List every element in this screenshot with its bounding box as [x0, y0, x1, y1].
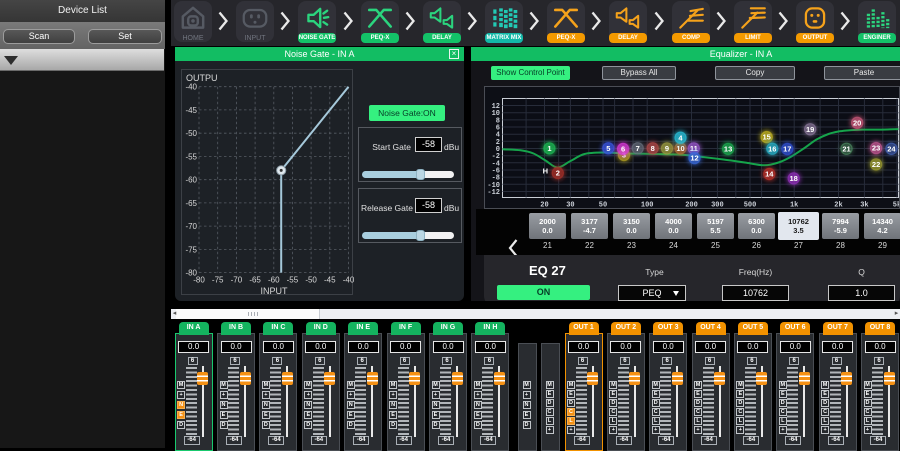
svg-text:17: 17 — [783, 145, 791, 154]
svg-text:50: 50 — [599, 202, 607, 209]
svg-text:-12: -12 — [487, 189, 500, 197]
svg-text:-80: -80 — [193, 276, 205, 285]
svg-text:5k: 5k — [893, 202, 899, 209]
svg-text:INPUT: INPUT — [261, 286, 289, 296]
svg-text:9: 9 — [665, 144, 669, 153]
svg-text:13: 13 — [724, 145, 732, 154]
svg-text:-55: -55 — [287, 276, 299, 285]
svg-text:24: 24 — [887, 144, 896, 153]
svg-text:1: 1 — [547, 144, 551, 153]
svg-text:100: 100 — [641, 202, 654, 209]
svg-text:-65: -65 — [249, 276, 261, 285]
svg-text:16: 16 — [768, 144, 776, 153]
svg-text:-50: -50 — [305, 276, 317, 285]
svg-text:300: 300 — [711, 202, 724, 209]
svg-text:15: 15 — [763, 133, 771, 142]
svg-text:-40: -40 — [343, 276, 354, 285]
svg-text:19: 19 — [806, 125, 814, 134]
svg-text:2k: 2k — [834, 202, 842, 209]
svg-text:30: 30 — [566, 202, 574, 209]
svg-text:500: 500 — [744, 202, 757, 209]
svg-text:2: 2 — [556, 169, 560, 178]
svg-text:5: 5 — [606, 144, 610, 153]
svg-text:-45: -45 — [324, 276, 336, 285]
svg-text:10: 10 — [676, 144, 684, 153]
svg-text:-75: -75 — [212, 276, 224, 285]
svg-text:20: 20 — [540, 202, 548, 209]
svg-text:14: 14 — [765, 170, 774, 179]
svg-text:-50: -50 — [185, 129, 197, 138]
svg-text:23: 23 — [872, 144, 880, 153]
svg-text:21: 21 — [842, 144, 850, 153]
svg-text:7: 7 — [636, 144, 640, 153]
svg-text:-65: -65 — [185, 199, 197, 208]
svg-text:-40: -40 — [185, 83, 197, 92]
svg-text:OUTPU: OUTPU — [186, 73, 218, 83]
svg-text:-60: -60 — [185, 176, 197, 185]
svg-text:-75: -75 — [185, 245, 197, 254]
svg-text:8: 8 — [651, 144, 655, 153]
svg-text:-70: -70 — [231, 276, 243, 285]
svg-text:-60: -60 — [268, 276, 280, 285]
svg-text:18: 18 — [790, 174, 798, 183]
svg-text:-70: -70 — [185, 222, 197, 231]
svg-text:20: 20 — [853, 118, 861, 127]
svg-text:-45: -45 — [185, 106, 197, 115]
svg-text:-55: -55 — [185, 152, 197, 161]
svg-text:1k: 1k — [790, 202, 798, 209]
svg-text:22: 22 — [872, 160, 880, 169]
svg-text:12: 12 — [690, 154, 698, 163]
svg-text:H: H — [543, 167, 548, 176]
svg-text:3k: 3k — [860, 202, 868, 209]
svg-text:6: 6 — [621, 145, 625, 154]
svg-text:200: 200 — [685, 202, 698, 209]
